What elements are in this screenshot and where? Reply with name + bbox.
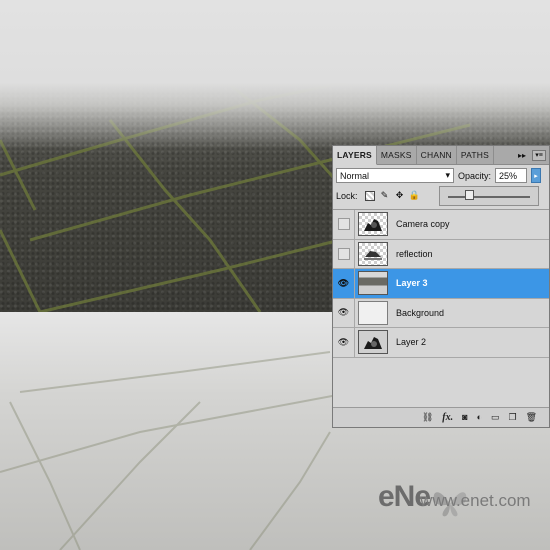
opacity-slider-thumb[interactable] bbox=[465, 190, 474, 200]
visibility-off-box bbox=[337, 218, 350, 231]
visibility-off-box bbox=[337, 247, 350, 260]
eye-icon: 👁 bbox=[337, 277, 350, 288]
opacity-slider-toggle-icon[interactable]: ▸ bbox=[531, 168, 542, 183]
layer-thumbnail bbox=[358, 300, 388, 325]
adjustment-layer-icon[interactable]: ◐ bbox=[477, 413, 482, 422]
lock-all-padlock-icon[interactable]: 🔒 bbox=[409, 190, 420, 201]
layers-list: Camera copy reflection 👁 Layer 3 👁 Backg… bbox=[333, 209, 549, 407]
layer-thumbnail bbox=[358, 241, 388, 266]
layer-name: Layer 2 bbox=[396, 337, 427, 348]
layer-name: Background bbox=[396, 307, 445, 318]
visibility-toggle[interactable]: 👁 bbox=[333, 298, 355, 327]
visibility-toggle[interactable] bbox=[333, 239, 355, 268]
eye-icon: 👁 bbox=[337, 336, 350, 347]
collapse-panel-icon[interactable]: ▸▸ bbox=[518, 151, 526, 160]
layer-name: Camera copy bbox=[396, 219, 450, 230]
layer-thumbnail bbox=[358, 330, 388, 355]
watermark: eNe www.enet.com bbox=[378, 480, 531, 514]
tab-channels[interactable]: CHANN bbox=[417, 146, 457, 164]
blend-mode-value: Normal bbox=[340, 170, 370, 181]
opacity-slider-popup bbox=[439, 186, 539, 206]
layer-thumbnail bbox=[358, 271, 388, 296]
visibility-toggle[interactable] bbox=[333, 210, 355, 239]
visibility-toggle[interactable]: 👁 bbox=[333, 328, 355, 357]
tab-layers[interactable]: LAYERS bbox=[333, 146, 377, 165]
layer-row-layer-2[interactable]: 👁 Layer 2 bbox=[333, 328, 549, 358]
watermark-url: www.enet.com bbox=[420, 491, 531, 510]
layers-panel: LAYERS MASKS CHANN PATHS ▸▸ ▾≡ Normal ▾ … bbox=[332, 145, 550, 428]
opacity-label: Opacity: bbox=[458, 170, 492, 181]
layer-row-camera-copy[interactable]: Camera copy bbox=[333, 210, 549, 240]
opacity-input[interactable]: 25% bbox=[495, 168, 528, 183]
camera-thumbnail-icon bbox=[364, 337, 382, 350]
fx-icon[interactable]: fx. bbox=[442, 412, 453, 423]
tab-masks[interactable]: MASKS bbox=[377, 146, 417, 164]
eye-icon: 👁 bbox=[337, 307, 350, 318]
add-mask-icon[interactable]: ◙ bbox=[462, 413, 467, 422]
layer-row-layer-3[interactable]: 👁 Layer 3 bbox=[333, 269, 549, 299]
link-layers-icon[interactable]: ⛓ bbox=[422, 413, 433, 422]
lock-label: Lock: bbox=[336, 190, 358, 201]
tab-paths[interactable]: PATHS bbox=[457, 146, 494, 164]
layer-name: Layer 3 bbox=[396, 278, 428, 289]
chevron-down-icon: ▾ bbox=[445, 170, 450, 180]
layer-row-reflection[interactable]: reflection bbox=[333, 239, 549, 269]
panel-tab-bar: LAYERS MASKS CHANN PATHS ▸▸ ▾≡ bbox=[333, 146, 549, 165]
new-group-icon[interactable]: ▭ bbox=[491, 413, 500, 422]
layer-row-background[interactable]: 👁 Background bbox=[333, 298, 549, 328]
visibility-toggle[interactable]: 👁 bbox=[333, 269, 355, 298]
panel-menu-icon[interactable]: ▾≡ bbox=[532, 149, 546, 161]
layer-name: reflection bbox=[396, 248, 433, 259]
blend-mode-select[interactable]: Normal ▾ bbox=[336, 168, 454, 183]
reflection-thumbnail-icon bbox=[364, 250, 382, 260]
trash-icon[interactable]: 🗑 bbox=[526, 413, 537, 422]
layers-panel-footer: ⛓ fx. ◙ ◐ ▭ ❐ 🗑 bbox=[333, 407, 549, 427]
fog-gradient-top bbox=[0, 0, 550, 150]
lock-position-move-icon[interactable]: ✥ bbox=[395, 190, 405, 201]
layer-thumbnail bbox=[358, 212, 388, 237]
lock-transparency-icon[interactable] bbox=[364, 190, 375, 201]
opacity-slider-track[interactable] bbox=[448, 196, 530, 198]
camera-thumbnail-icon bbox=[364, 219, 382, 232]
new-layer-icon[interactable]: ❐ bbox=[508, 413, 516, 422]
lock-pixels-brush-icon[interactable]: ✎ bbox=[380, 190, 390, 201]
